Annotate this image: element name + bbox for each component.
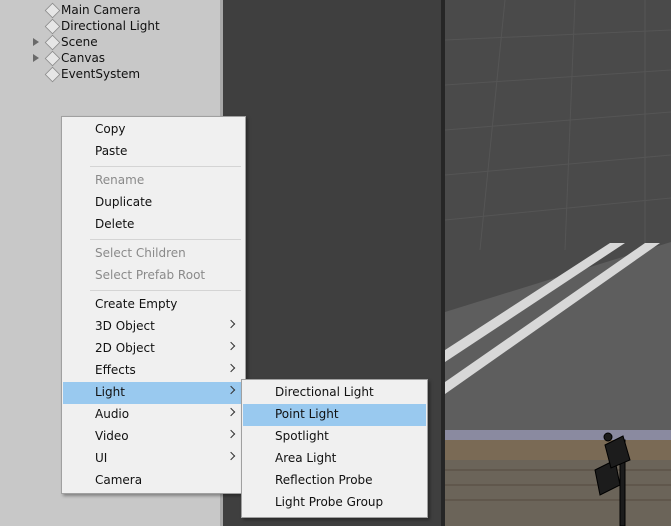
menu-item-ui[interactable]: UI <box>63 448 244 470</box>
menu-item-label: Point Light <box>275 407 339 421</box>
menu-item-label: Video <box>95 429 129 443</box>
menu-item-delete[interactable]: Delete <box>63 214 244 236</box>
menu-item-label: Duplicate <box>95 195 153 209</box>
menu-item-rename: Rename <box>63 170 244 192</box>
menu-item-2d-object[interactable]: 2D Object <box>63 338 244 360</box>
expand-arrow-icon[interactable] <box>33 54 39 62</box>
chevron-right-icon <box>226 407 236 417</box>
gameobject-icon <box>44 2 61 19</box>
menu-item-label: 2D Object <box>95 341 155 355</box>
hierarchy-item-scene[interactable]: Scene <box>0 34 220 51</box>
hierarchy-item-eventsystem[interactable]: EventSystem <box>0 66 220 83</box>
context-menu: Copy Paste Rename Duplicate Delete Selec… <box>61 116 246 494</box>
hierarchy-item-label: Main Camera <box>61 3 141 17</box>
menu-item-audio[interactable]: Audio <box>63 404 244 426</box>
chevron-right-icon <box>226 363 236 373</box>
hierarchy-item-label: Canvas <box>61 51 106 65</box>
hierarchy-item-main-camera[interactable]: Main Camera <box>0 2 220 19</box>
light-submenu: Directional Light Point Light Spotlight … <box>241 379 428 518</box>
menu-item-camera[interactable]: Camera <box>63 470 244 492</box>
chevron-right-icon <box>226 385 236 395</box>
menu-item-label: Paste <box>95 144 128 158</box>
chevron-right-icon <box>226 451 236 461</box>
hierarchy-item-directional-light[interactable]: Directional Light <box>0 18 220 35</box>
menu-item-create-empty[interactable]: Create Empty <box>63 294 244 316</box>
scene-render <box>445 0 671 526</box>
menu-item-label: Delete <box>95 217 135 231</box>
hierarchy-item-canvas[interactable]: Canvas <box>0 50 220 67</box>
submenu-item-light-probe-group[interactable]: Light Probe Group <box>243 492 426 514</box>
submenu-item-area-light[interactable]: Area Light <box>243 448 426 470</box>
gameobject-icon <box>44 50 61 67</box>
gameobject-icon <box>44 66 61 83</box>
menu-item-label: Spotlight <box>275 429 329 443</box>
hierarchy-item-label: EventSystem <box>61 67 141 81</box>
submenu-item-reflection-probe[interactable]: Reflection Probe <box>243 470 426 492</box>
menu-item-video[interactable]: Video <box>63 426 244 448</box>
expand-arrow-icon[interactable] <box>33 38 39 46</box>
menu-item-label: Reflection Probe <box>275 473 373 487</box>
gameobject-icon <box>44 34 61 51</box>
menu-item-select-prefab-root: Select Prefab Root <box>63 265 244 287</box>
menu-item-label: Copy <box>95 122 126 136</box>
menu-separator <box>90 290 241 291</box>
menu-item-label: 3D Object <box>95 319 155 333</box>
menu-item-label: Select Children <box>95 246 186 260</box>
menu-item-select-children: Select Children <box>63 243 244 265</box>
menu-item-light[interactable]: Light <box>63 382 244 404</box>
hierarchy-item-label: Scene <box>61 35 98 49</box>
submenu-item-point-light[interactable]: Point Light <box>243 404 426 426</box>
menu-item-label: Light Probe Group <box>275 495 384 509</box>
chevron-right-icon <box>226 341 236 351</box>
chevron-right-icon <box>226 429 236 439</box>
menu-item-label: UI <box>95 451 108 465</box>
menu-item-3d-object[interactable]: 3D Object <box>63 316 244 338</box>
menu-item-label: Area Light <box>275 451 337 465</box>
submenu-item-directional-light[interactable]: Directional Light <box>243 382 426 404</box>
menu-separator <box>90 239 241 240</box>
gameobject-icon <box>44 18 61 35</box>
menu-item-label: Rename <box>95 173 145 187</box>
hierarchy-item-label: Directional Light <box>61 19 160 33</box>
menu-item-label: Light <box>95 385 125 399</box>
scene-view[interactable] <box>445 0 671 526</box>
menu-item-label: Camera <box>95 473 143 487</box>
menu-item-label: Directional Light <box>275 385 374 399</box>
menu-item-effects[interactable]: Effects <box>63 360 244 382</box>
chevron-right-icon <box>226 319 236 329</box>
menu-item-duplicate[interactable]: Duplicate <box>63 192 244 214</box>
menu-item-label: Effects <box>95 363 136 377</box>
submenu-item-spotlight[interactable]: Spotlight <box>243 426 426 448</box>
menu-item-label: Create Empty <box>95 297 178 311</box>
menu-item-label: Select Prefab Root <box>95 268 206 282</box>
menu-separator <box>90 166 241 167</box>
menu-item-paste[interactable]: Paste <box>63 141 244 163</box>
menu-item-label: Audio <box>95 407 130 421</box>
menu-item-copy[interactable]: Copy <box>63 119 244 141</box>
